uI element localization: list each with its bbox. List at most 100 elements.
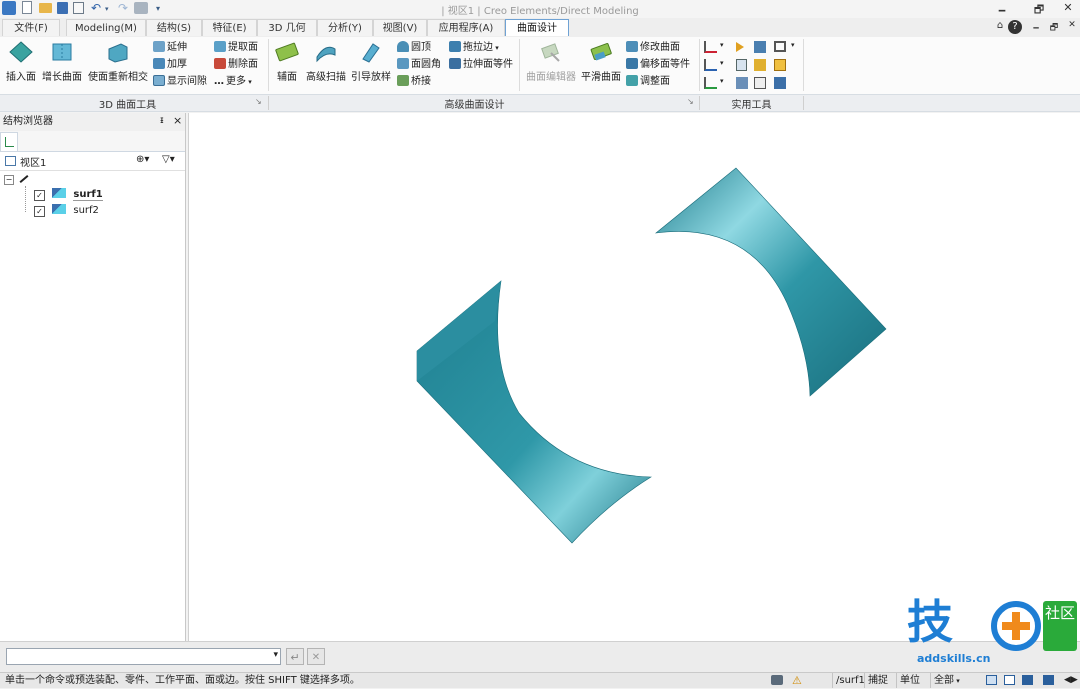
- modify-surface-icon: [626, 41, 638, 52]
- group-label-utility-tools: 实用工具: [731, 100, 772, 111]
- axis-dropdown-icon[interactable]: ▾: [720, 41, 724, 49]
- collapse-icon[interactable]: −: [4, 175, 14, 185]
- status-bar: 单击一个命令或预选装配、零件、工作平面、面或边。按住 SHIFT 键选择多项。 …: [0, 672, 1080, 688]
- tab-view[interactable]: 视图(V): [373, 19, 427, 36]
- tab-surface-design[interactable]: 曲面设计: [505, 19, 569, 36]
- more-button[interactable]: … 更多 ▾: [214, 74, 252, 90]
- line-tool-icon[interactable]: [704, 77, 717, 89]
- ribbon-separator: [699, 39, 700, 91]
- scroll-arrows-icon[interactable]: ◀▶: [1064, 673, 1078, 688]
- tree-item-surf2[interactable]: ✓ surf2: [34, 203, 99, 218]
- browser-pin-icon[interactable]: ᵻ: [160, 115, 164, 126]
- model-canvas[interactable]: [189, 113, 1080, 641]
- guided-loft-icon: [362, 43, 380, 63]
- root-part-icon: [19, 175, 29, 183]
- advanced-sweep-label: 高级扫描: [306, 72, 346, 83]
- view-layout-icon[interactable]: [986, 675, 997, 685]
- patch-button[interactable]: 辅面: [272, 41, 302, 83]
- visibility-checkbox[interactable]: ✓: [34, 206, 45, 217]
- measure-tool-icon[interactable]: [754, 41, 766, 53]
- filter-icon[interactable]: ▽▾: [162, 154, 175, 165]
- text-tool-icon[interactable]: [736, 77, 748, 89]
- adjust-face-button[interactable]: 调整面: [626, 74, 670, 90]
- table-tool-icon[interactable]: [736, 59, 747, 71]
- surface-surf1[interactable]: [654, 167, 887, 397]
- thicken-button[interactable]: 加厚: [153, 57, 187, 73]
- minimize-button[interactable]: 🗕: [992, 1, 1012, 16]
- extend-button[interactable]: 延伸: [153, 40, 187, 56]
- help-icon[interactable]: ?: [1008, 20, 1022, 34]
- doc-close-button[interactable]: ✕: [1062, 20, 1080, 35]
- close-button[interactable]: ✕: [1058, 1, 1078, 16]
- tab-analysis[interactable]: 分析(Y): [317, 19, 373, 36]
- tab-structure[interactable]: 结构(S): [146, 19, 202, 36]
- command-dropdown-icon[interactable]: ▾: [273, 650, 278, 660]
- tree-root[interactable]: −: [4, 172, 29, 187]
- frame-tool-icon[interactable]: [774, 41, 786, 52]
- tab-applications[interactable]: 应用程序(A): [427, 19, 505, 36]
- utility-tools: ▾ ▾ ▾ ▾: [704, 41, 800, 93]
- axis-tool-icon[interactable]: [704, 41, 717, 53]
- restore-button[interactable]: 🗗: [1029, 1, 1049, 16]
- reintersect-faces-button[interactable]: 使面重新相交: [85, 41, 151, 83]
- calculator-tool-icon[interactable]: [754, 77, 766, 89]
- grid-tool-icon[interactable]: [774, 77, 786, 89]
- modify-surface-button[interactable]: 修改曲面: [626, 40, 680, 56]
- visibility-checkbox[interactable]: ✓: [34, 190, 45, 201]
- surface-surf2[interactable]: [416, 280, 653, 544]
- tab-file[interactable]: 文件(F): [2, 19, 60, 36]
- tab-features[interactable]: 特征(E): [202, 19, 257, 36]
- command-input[interactable]: ▾: [6, 648, 281, 665]
- plane-tool-icon[interactable]: [704, 59, 717, 71]
- delete-face-button[interactable]: 删除面: [214, 57, 258, 73]
- drag-edge-button[interactable]: 拖拉边 ▾: [449, 40, 499, 56]
- note-tool-icon[interactable]: [774, 59, 786, 71]
- selection-filter-icon[interactable]: [771, 675, 783, 685]
- line-dropdown-icon[interactable]: ▾: [720, 77, 724, 85]
- find-icon[interactable]: ⊕▾: [136, 154, 149, 165]
- filter-select[interactable]: 全部 ▾: [930, 673, 977, 688]
- advanced-sweep-button[interactable]: 高级扫描: [303, 41, 349, 83]
- group1-launcher-icon[interactable]: ↘: [255, 97, 262, 106]
- command-cancel-button[interactable]: ✕: [307, 648, 325, 665]
- tab-3d-geometry[interactable]: 3D 几何: [257, 19, 317, 36]
- next-view-icon[interactable]: [1043, 675, 1054, 685]
- tree-view-tab[interactable]: [0, 132, 18, 151]
- filter-value: 全部: [934, 675, 954, 686]
- extract-face-button[interactable]: 提取面: [214, 40, 258, 56]
- face-fillet-button[interactable]: 面圆角: [397, 57, 441, 73]
- extrude-face-button[interactable]: 拉伸面等件: [449, 57, 513, 73]
- smooth-surface-button[interactable]: 平滑曲面: [580, 41, 622, 83]
- grow-surface-button[interactable]: 增长曲面: [40, 41, 84, 83]
- show-gaps-button[interactable]: 显示间隙: [153, 74, 207, 90]
- home-icon[interactable]: ⌂: [990, 20, 1010, 35]
- active-part: /surf1: [832, 673, 868, 688]
- color-tool-icon[interactable]: [754, 59, 766, 71]
- units-button[interactable]: 单位: [896, 673, 923, 688]
- guided-loft-button[interactable]: 引导放样: [349, 41, 393, 83]
- browser-tab-strip: [0, 131, 185, 152]
- dome-button[interactable]: 圆顶: [397, 40, 431, 56]
- tab-modeling[interactable]: Modeling(M): [66, 19, 146, 36]
- bridge-button[interactable]: 桥接: [397, 74, 431, 90]
- offset-face-button[interactable]: 偏移面等件: [626, 57, 690, 73]
- doc-minimize-button[interactable]: 🗕: [1026, 20, 1046, 35]
- surface-editor-button[interactable]: 曲面编辑器: [523, 41, 579, 83]
- insert-face-button[interactable]: 插入面: [4, 41, 38, 83]
- ribbon-group-labels: 3D 曲面工具 ↘ 高级曲面设计 ↘ 实用工具: [0, 95, 1080, 112]
- group-separator: [803, 96, 804, 110]
- doc-restore-button[interactable]: 🗗: [1044, 20, 1064, 35]
- previous-view-icon[interactable]: [1022, 675, 1033, 685]
- group2-launcher-icon[interactable]: ↘: [687, 97, 694, 106]
- extrude-face-icon: [449, 58, 461, 69]
- tree-item-surf1[interactable]: ✓ surf1: [34, 187, 103, 202]
- warning-icon[interactable]: ⚠: [792, 673, 802, 688]
- browser-close-icon[interactable]: ×: [173, 114, 182, 127]
- point-tool-icon[interactable]: [736, 42, 744, 52]
- fit-view-icon[interactable]: [1004, 675, 1015, 685]
- frame-dropdown-icon[interactable]: ▾: [791, 41, 795, 49]
- plane-dropdown-icon[interactable]: ▾: [720, 59, 724, 67]
- snap-toggle[interactable]: 捕捉: [864, 673, 891, 688]
- command-enter-button[interactable]: ↵: [286, 648, 304, 665]
- 3d-viewport[interactable]: [188, 113, 1080, 641]
